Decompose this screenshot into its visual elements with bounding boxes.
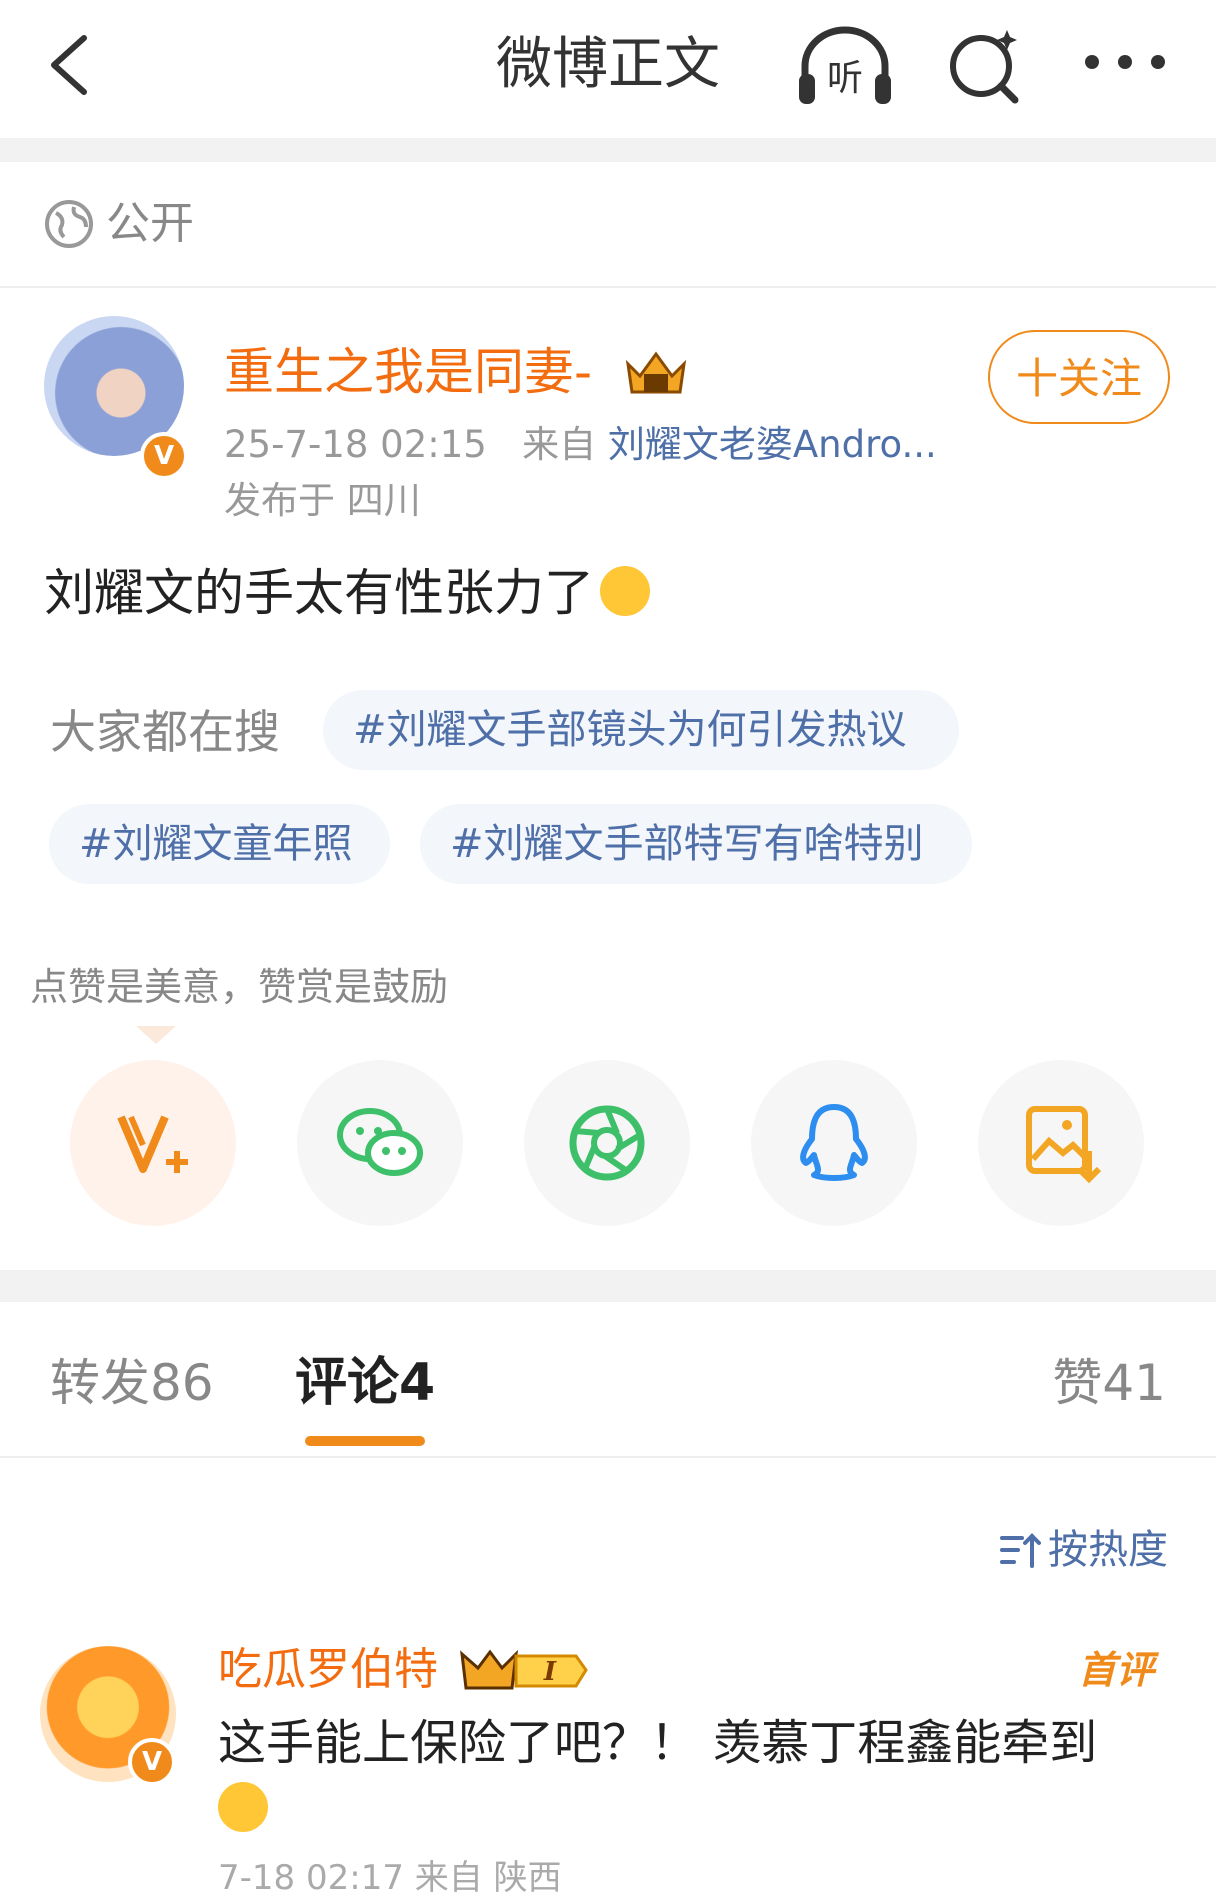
shy-face-emoji-icon — [600, 566, 650, 616]
tab-comments[interactable]: 评论4 — [295, 1350, 435, 1416]
save-image-button[interactable] — [978, 1060, 1144, 1226]
post-meta: 25-7-18 02:15 来自 刘耀文老婆Andro... — [224, 420, 937, 470]
hint-pointer — [136, 1026, 176, 1044]
laugh-cry-emoji-icon — [218, 1782, 268, 1832]
globe-icon — [45, 200, 93, 248]
reward-hint: 点赞是美意，赞赏是鼓励 — [30, 965, 449, 1009]
tab-forward[interactable]: 转发86 — [50, 1350, 214, 1416]
first-comment-badge: 首评 — [1078, 1648, 1155, 1692]
post-content: 刘耀文的手太有性张力了 — [44, 560, 650, 626]
page-title: 微博正文 — [496, 32, 720, 97]
member-level-badge: I — [460, 1649, 588, 1690]
divider — [0, 1270, 1216, 1302]
sort-button[interactable]: 按热度 — [1048, 1520, 1168, 1580]
post-time: 25-7-18 02:15 — [224, 423, 487, 466]
search-tag[interactable]: #刘耀文手部特写有啥特别 — [420, 804, 972, 884]
search-tag[interactable]: #刘耀文手部镜头为何引发热议 — [323, 690, 959, 770]
active-tab-indicator — [305, 1436, 425, 1446]
listen-icon[interactable]: 听 — [795, 24, 895, 108]
divider — [0, 1456, 1216, 1458]
share-wechat-button[interactable] — [297, 1060, 463, 1226]
comment-text: 这手能上保险了吧？！ 羡慕丁程鑫能牵到 — [218, 1715, 1098, 1771]
trending-search-label: 大家都在搜 — [50, 705, 280, 759]
post-source[interactable]: 刘耀文老婆Andro... — [608, 423, 937, 466]
reward-button[interactable] — [70, 1060, 236, 1226]
source-prefix: 来自 — [522, 423, 597, 466]
top-bar: 微博正文 听 — [0, 0, 1216, 138]
post-text: 刘耀文的手太有性张力了 — [44, 564, 594, 622]
divider — [0, 138, 1216, 162]
search-icon[interactable] — [945, 26, 1025, 106]
wechat-icon — [337, 1108, 423, 1176]
verified-icon: V — [140, 432, 188, 480]
comment-meta: 7-18 02:17 来自 陕西 — [218, 1858, 562, 1898]
qq-icon — [800, 1104, 868, 1181]
commenter-name[interactable]: 吃瓜罗伯特 — [218, 1640, 438, 1700]
share-qq-button[interactable] — [751, 1060, 917, 1226]
search-tag[interactable]: #刘耀文童年照 — [49, 804, 390, 884]
post-location: 发布于 四川 — [224, 479, 421, 522]
reward-v-icon — [117, 1115, 188, 1173]
moments-icon — [569, 1105, 645, 1181]
visibility-label: 公开 — [106, 198, 194, 249]
listen-label: 听 — [827, 58, 863, 99]
tab-likes[interactable]: 赞41 — [1052, 1350, 1166, 1416]
sort-icon[interactable] — [998, 1530, 1042, 1570]
verified-icon: V — [128, 1738, 176, 1786]
follow-button[interactable]: 十关注 — [988, 330, 1170, 424]
more-icon[interactable] — [1080, 50, 1170, 74]
visibility-row: 公开 — [0, 162, 1216, 288]
member-level: I — [543, 1657, 557, 1687]
user-name[interactable]: 重生之我是同妻- — [224, 340, 592, 404]
share-moments-button[interactable] — [524, 1060, 690, 1226]
save-image-icon — [1026, 1106, 1102, 1184]
crown-badge-icon — [625, 351, 687, 394]
